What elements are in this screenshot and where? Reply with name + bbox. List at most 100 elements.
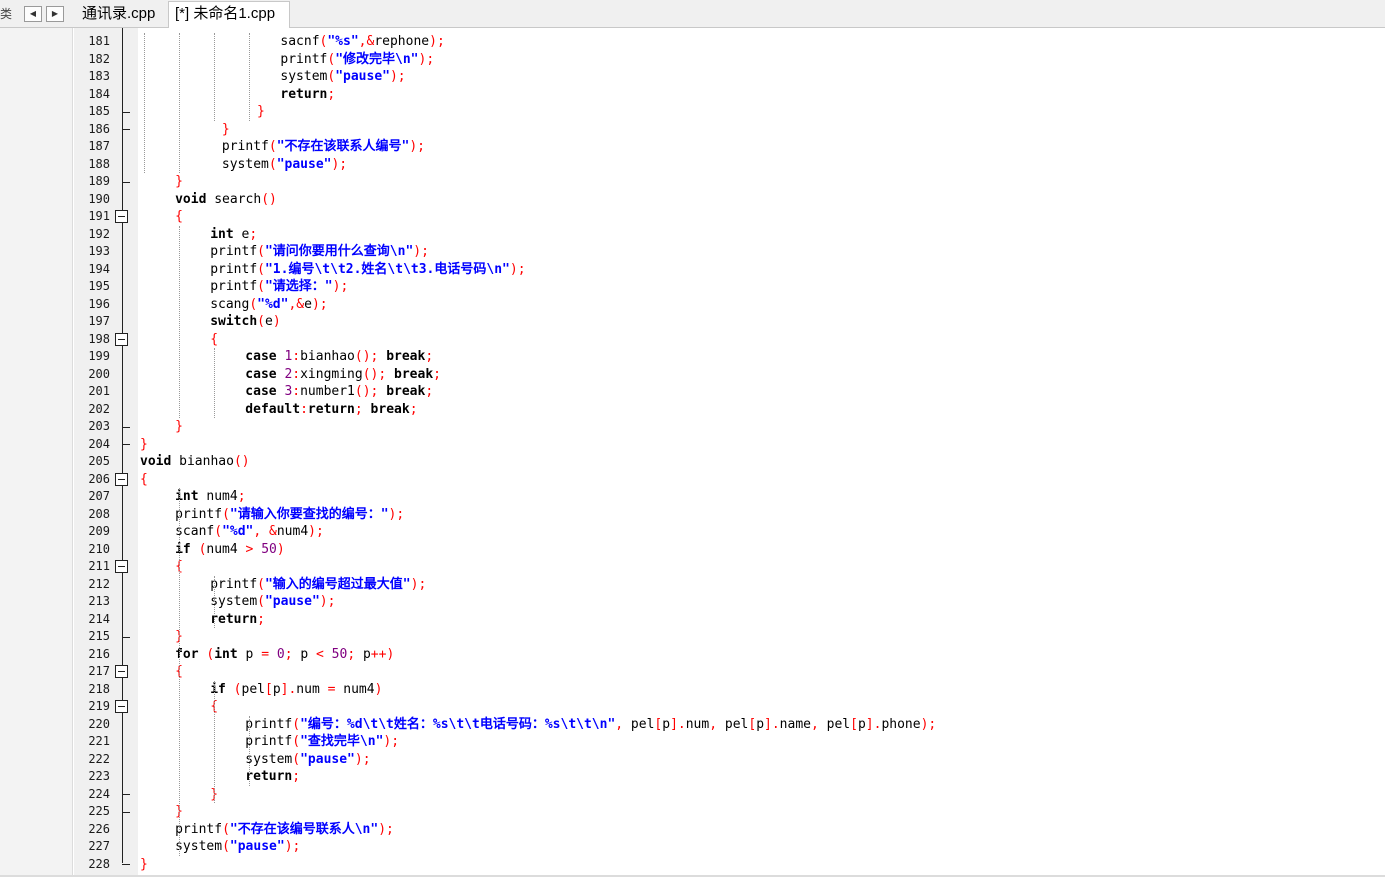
code-token: num4 <box>276 524 309 539</box>
code-token: "1.编号\t\t2.姓名\t\t3.电话号码\n" <box>264 261 510 277</box>
code-token: ); <box>284 839 301 854</box>
code-area[interactable]: sacnf("%s",&rephone); printf("修改完毕\n"); sy… <box>140 28 1380 875</box>
fold-minus-icon[interactable] <box>115 560 128 573</box>
line-number-gutter: 181 182 183 184 185 186 187 188 189 190 191 192 193 1… <box>74 28 138 875</box>
line-number: 188 <box>88 156 110 171</box>
code-token: printf <box>221 139 269 154</box>
code-token: { <box>210 331 219 347</box>
code-line[interactable]: } <box>140 856 148 874</box>
code-token: ( <box>257 314 265 329</box>
code-token: , & <box>253 524 277 539</box>
code-line[interactable]: default:return; break; <box>245 401 417 419</box>
line-number: 206 <box>88 471 110 486</box>
code-token: "修改完毕\n" <box>335 51 419 67</box>
code-token: ,& <box>288 296 305 312</box>
code-token: ( <box>233 681 242 697</box>
code-token: ; <box>292 769 301 784</box>
code-editor[interactable]: 181 182 183 184 185 186 187 188 189 190 191 192 193 1… <box>0 28 1385 875</box>
code-line[interactable]: } <box>222 121 230 139</box>
code-token: return <box>280 86 328 102</box>
code-line[interactable]: return; <box>245 768 300 786</box>
code-line[interactable]: case 2:xingming(); break; <box>245 366 441 384</box>
code-token: void <box>140 454 172 469</box>
class-panel-tab-fragment[interactable]: 类 <box>0 0 12 28</box>
code-token: p <box>292 646 316 662</box>
line-number: 228 <box>88 856 110 871</box>
code-token: "%d" <box>222 524 254 539</box>
code-token: return <box>245 769 293 784</box>
code-line[interactable]: case 3:number1(); break; <box>245 383 433 401</box>
code-line[interactable]: return; <box>280 86 335 104</box>
code-line[interactable]: printf("请问你要用什么查询\n"); <box>210 243 429 261</box>
code-token: default <box>245 401 301 417</box>
code-token: ( <box>222 821 230 837</box>
line-number: 224 <box>88 786 110 801</box>
code-line[interactable]: { <box>210 331 218 349</box>
code-token: ; <box>237 489 246 504</box>
code-line[interactable]: void bianhao() <box>140 453 250 471</box>
code-token: ( <box>222 506 230 522</box>
triangle-right-icon[interactable]: ▶ <box>46 6 64 22</box>
code-line[interactable]: { <box>140 471 148 489</box>
code-line[interactable]: for (int p = 0; p < 50; p++) <box>175 646 394 664</box>
line-number: 212 <box>88 576 110 591</box>
code-line[interactable]: printf("1.编号\t\t2.姓名\t\t3.电话号码\n"); <box>210 261 525 279</box>
code-line[interactable]: scanf("%d", &num4); <box>175 523 324 541</box>
fold-minus-icon[interactable] <box>115 472 128 486</box>
code-token: "%s" <box>327 34 359 49</box>
code-line[interactable]: sacnf("%s",&rephone); <box>280 33 444 51</box>
line-number: 213 <box>88 594 110 608</box>
code-line[interactable]: printf("查找完毕\n"); <box>245 733 399 751</box>
code-line[interactable]: printf("输入的编号超过最大值"); <box>210 576 426 594</box>
code-token: ); <box>388 506 405 522</box>
code-line[interactable]: printf("编号：%d\t\t姓名：%s\t\t电话号码：%s\t\t\n"… <box>245 716 936 734</box>
code-token: e <box>264 314 273 329</box>
code-line[interactable]: printf("请输入你要查找的编号："); <box>175 506 404 524</box>
code-line[interactable]: return; <box>210 611 265 629</box>
code-line[interactable]: scang("%d",&e); <box>210 296 327 314</box>
code-token: "不存在该编号联系人\n" <box>229 821 379 837</box>
code-line[interactable]: system("pause"); <box>222 156 347 174</box>
line-number: 210 <box>88 541 110 556</box>
code-token: p <box>237 646 262 662</box>
code-line[interactable]: } <box>140 436 148 454</box>
fold-minus-icon[interactable] <box>115 665 128 678</box>
code-line[interactable]: case 1:bianhao(); break; <box>245 348 433 366</box>
line-number: 192 <box>88 226 110 241</box>
code-line[interactable]: } <box>175 173 183 191</box>
code-line[interactable]: system("pause"); <box>210 593 335 611</box>
code-token: ); <box>509 261 526 277</box>
fold-minus-icon[interactable] <box>115 332 128 346</box>
code-token: ,& <box>358 34 375 49</box>
code-line[interactable]: { <box>175 208 183 226</box>
code-line[interactable]: if (pel[p].num = num4) <box>210 681 382 699</box>
indent-guide <box>179 225 181 418</box>
code-token: p <box>662 716 671 732</box>
fold-minus-icon[interactable] <box>115 700 128 713</box>
fold-minus-icon[interactable] <box>115 210 128 223</box>
code-line[interactable]: system("pause"); <box>245 751 370 769</box>
code-line[interactable]: if (num4 > 50) <box>175 541 285 559</box>
code-line[interactable]: printf("修改完毕\n"); <box>280 51 434 69</box>
code-line[interactable]: switch(e) <box>210 313 280 331</box>
code-line[interactable]: void search() <box>175 191 277 209</box>
tab-contacts-cpp[interactable]: 通讯录.cpp <box>76 2 164 28</box>
code-line[interactable]: system("pause"); <box>280 68 405 86</box>
code-line[interactable]: } <box>175 418 183 436</box>
code-line[interactable]: printf("不存在该联系人编号"); <box>222 138 425 156</box>
code-token: ); <box>332 279 349 294</box>
code-line[interactable]: printf("请选择："); <box>210 278 348 296</box>
tab-untitled1-cpp[interactable]: [*] 未命名1.cpp <box>168 1 290 29</box>
line-number: 184 <box>88 86 110 101</box>
code-token: return <box>210 611 258 627</box>
code-line[interactable]: printf("不存在该编号联系人\n"); <box>175 821 394 839</box>
line-number: 204 <box>88 436 110 451</box>
line-number: 198 <box>88 331 110 346</box>
code-line[interactable]: system("pause"); <box>175 838 300 856</box>
code-line[interactable]: int e; <box>210 226 257 244</box>
triangle-left-icon[interactable]: ◀ <box>24 6 42 22</box>
code-line[interactable]: } <box>257 103 265 121</box>
code-token: e <box>233 226 250 242</box>
code-line[interactable]: int num4; <box>175 488 245 506</box>
